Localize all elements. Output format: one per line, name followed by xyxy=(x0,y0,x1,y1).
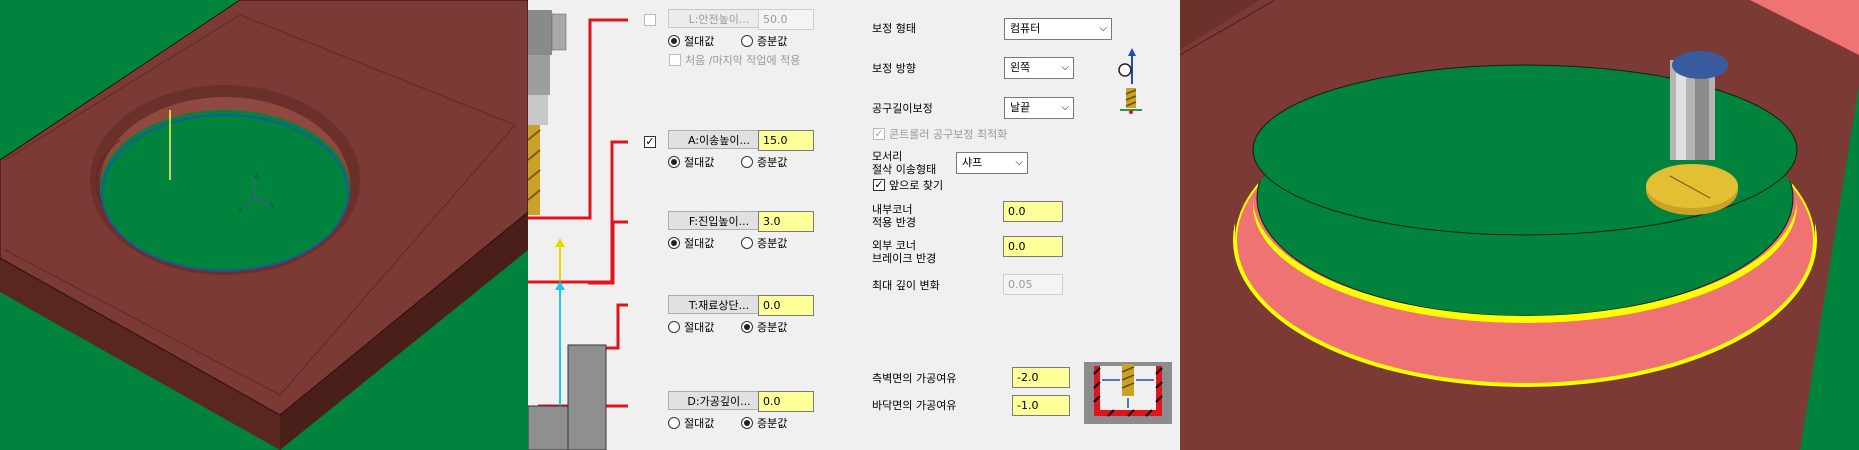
left-part-render: Z X Y xyxy=(0,0,528,450)
comp-type-value: 컴퓨터 xyxy=(1010,22,1041,35)
tool-length-comp-value: 날끝 xyxy=(1010,101,1031,114)
feed-height-absolute-label: 절대값 xyxy=(684,237,715,250)
look-ahead-label: 앞으로 찾기 xyxy=(889,179,944,192)
floor-stock-input[interactable]: -1.0 xyxy=(1012,395,1070,416)
safety-height-incremental-label: 증분값 xyxy=(757,35,788,48)
max-depth-input[interactable]: 0.05 xyxy=(1003,274,1063,295)
max-depth-label: 최대 깊이 변화 xyxy=(872,279,940,292)
chevron-down-icon: ⌵ xyxy=(1061,102,1069,113)
comp-direction-value: 왼쪽 xyxy=(1010,61,1031,74)
clearance-height-absolute-label: 절대값 xyxy=(684,156,715,169)
feed-height-button[interactable]: F:진입높이... xyxy=(668,211,770,230)
comp-direction-label: 보정 방향 xyxy=(872,62,916,75)
wall-stock-input[interactable]: -2.0 xyxy=(1012,367,1070,388)
corner-type-select[interactable]: 샤프 ⌵ xyxy=(956,152,1028,174)
outer-corner-label-2: 브레이크 반경 xyxy=(872,252,937,265)
clearance-height-incremental-radio[interactable] xyxy=(741,156,753,168)
stock-top-input[interactable]: 0.0 xyxy=(758,295,814,316)
svg-text:X: X xyxy=(238,206,243,214)
chevron-down-icon: ⌵ xyxy=(1099,23,1107,34)
controller-optimize-checkbox[interactable]: ✓ xyxy=(873,128,885,140)
depth-absolute-radio[interactable] xyxy=(668,417,680,429)
stock-top-incremental-radio[interactable] xyxy=(741,321,753,333)
toolpath-parameters-form: L:안전높이... 50.0 절대값 증분값 처음 /마지막 작업에 적용 ✓ … xyxy=(528,0,1180,450)
chevron-down-icon: ⌵ xyxy=(1015,157,1023,168)
controller-optimize-label: 콘트롤러 공구보정 최적화 xyxy=(889,128,1008,141)
comp-type-label: 보정 형태 xyxy=(872,22,916,35)
corner-type-value: 샤프 xyxy=(962,156,983,169)
comp-type-select[interactable]: 컴퓨터 ⌵ xyxy=(1004,18,1112,40)
tool-length-comp-label: 공구길이보정 xyxy=(872,102,933,115)
safety-height-incremental-radio[interactable] xyxy=(741,35,753,47)
first-last-ops-label: 처음 /마지막 작업에 적용 xyxy=(685,54,801,67)
comp-direction-select[interactable]: 왼쪽 ⌵ xyxy=(1004,57,1074,79)
depth-button[interactable]: D:가공깊이... xyxy=(668,391,770,410)
stock-top-absolute-label: 절대값 xyxy=(684,321,715,334)
corner-label-2: 절삭 이송형태 xyxy=(872,163,937,176)
first-last-ops-checkbox[interactable] xyxy=(669,54,681,66)
right-3d-viewport[interactable] xyxy=(1180,0,1859,450)
chevron-down-icon: ⌵ xyxy=(1061,62,1069,73)
stock-top-absolute-radio[interactable] xyxy=(668,321,680,333)
stock-allowance-diagram xyxy=(1084,362,1172,424)
inner-corner-input[interactable]: 0.0 xyxy=(1003,201,1063,222)
outer-corner-input[interactable]: 0.0 xyxy=(1003,236,1063,257)
feed-height-input[interactable]: 3.0 xyxy=(758,211,814,232)
clearance-height-input[interactable]: 15.0 xyxy=(758,130,814,151)
svg-text:Z: Z xyxy=(254,172,259,180)
depth-incremental-label: 증분값 xyxy=(757,417,788,430)
comp-direction-icon xyxy=(1118,48,1136,84)
depth-incremental-radio[interactable] xyxy=(741,417,753,429)
clearance-height-absolute-radio[interactable] xyxy=(668,156,680,168)
floor-stock-label: 바닥면의 가공여유 xyxy=(872,399,957,412)
feed-height-incremental-label: 증분값 xyxy=(757,237,788,250)
tool-length-comp-select[interactable]: 날끝 ⌵ xyxy=(1004,97,1074,119)
stock-top-incremental-label: 증분값 xyxy=(757,321,788,334)
height-diagram xyxy=(528,10,628,450)
safety-height-input[interactable]: 50.0 xyxy=(758,9,814,30)
stock-top-button[interactable]: T:재료상단... xyxy=(668,295,770,314)
depth-input[interactable]: 0.0 xyxy=(758,391,814,412)
wall-stock-label: 측벽면의 가공여유 xyxy=(872,372,957,385)
tool-tip-icon xyxy=(1120,88,1142,114)
safety-height-absolute-radio[interactable] xyxy=(668,35,680,47)
clearance-height-checkbox[interactable]: ✓ xyxy=(644,136,656,148)
left-3d-viewport[interactable]: Z X Y xyxy=(0,0,528,450)
clearance-height-incremental-label: 증분값 xyxy=(757,156,788,169)
feed-height-absolute-radio[interactable] xyxy=(668,237,680,249)
safety-height-absolute-label: 절대값 xyxy=(684,35,715,48)
inner-corner-label-2: 적용 반경 xyxy=(872,216,916,229)
safety-height-button[interactable]: L:안전높이... xyxy=(668,9,770,28)
clearance-height-button[interactable]: A:이송높이... xyxy=(668,130,770,149)
look-ahead-checkbox[interactable]: ✓ xyxy=(873,179,885,191)
depth-absolute-label: 절대값 xyxy=(684,417,715,430)
svg-text:Y: Y xyxy=(269,202,275,210)
feed-height-incremental-radio[interactable] xyxy=(741,237,753,249)
right-part-render xyxy=(1180,0,1859,450)
safety-height-checkbox[interactable] xyxy=(644,14,656,26)
